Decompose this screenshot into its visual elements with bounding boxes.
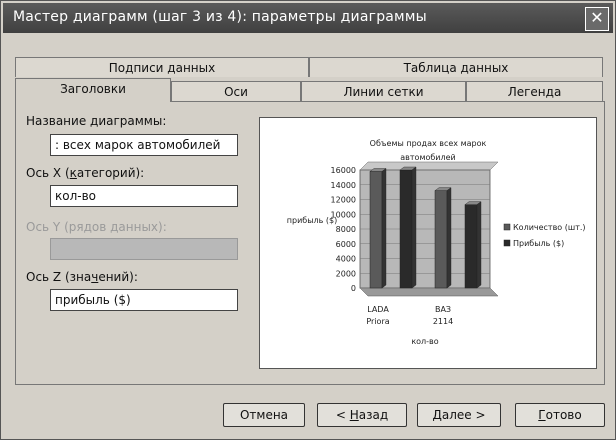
x-tick-label: LADA [367, 305, 389, 314]
y-tick-label: 16000 [331, 166, 356, 175]
chart-svg: Объемы продах всех марок автомобилей 0 2000… [287, 139, 586, 346]
legend-label: Количество (шт.) [513, 223, 586, 232]
tab-data-table-label: Таблица данных [403, 61, 509, 75]
title-bar: Мастер диаграмм (шаг 3 из 4): параметры … [3, 3, 613, 33]
y-tick-label: 0 [351, 284, 356, 293]
chart-title: Объемы продах всех марок [370, 139, 487, 148]
chart-preview: Объемы продах всех марок автомобилей 0 2000… [259, 117, 597, 369]
z-axis-field[interactable]: прибыль ($) [50, 289, 238, 311]
tab-data-labels[interactable]: Подписи данных [15, 57, 309, 77]
tab-data-table[interactable]: Таблица данных [309, 57, 603, 77]
y-tick-label: 6000 [336, 240, 356, 249]
legend-swatch [503, 223, 511, 231]
x-tick-label-line2: Priora [366, 317, 389, 326]
y-tick-label: 8000 [336, 225, 356, 234]
chart-title-field[interactable]: : всех марок автомобилей [50, 134, 238, 156]
x-axis-label: Ось X (категорий): [26, 166, 145, 180]
tab-gridlines-label: Линии сетки [343, 85, 424, 99]
bar-side [476, 201, 482, 289]
titles-panel: Название диаграммы: : всех марок автомоб… [15, 101, 605, 385]
tab-legend-label: Легенда [507, 85, 562, 99]
cancel-button[interactable]: Отмена [223, 403, 305, 427]
x-tick-label: ВАЗ [435, 305, 451, 314]
bar [399, 169, 413, 289]
bar [434, 190, 448, 289]
y-axis-label: Ось Y (рядов данных): [26, 220, 167, 234]
x-tick-label-line2: 2114 [433, 317, 453, 326]
y-tick-label: 14000 [331, 181, 356, 190]
chart-title-label: Название диаграммы: [26, 114, 167, 128]
bar [369, 171, 383, 289]
bar [464, 204, 478, 289]
bar-side [411, 166, 417, 289]
bar-side [381, 168, 387, 289]
y-axis-field [50, 238, 238, 260]
bar-side [446, 187, 452, 289]
tab-axes[interactable]: Оси [171, 81, 301, 101]
window-title: Мастер диаграмм (шаг 3 из 4): параметры … [13, 9, 427, 25]
chart-title-line2: автомобилей [400, 153, 455, 162]
legend-swatch [503, 239, 511, 247]
y-tick-label: 2000 [336, 269, 356, 278]
plot-floor [359, 287, 499, 297]
tab-legend[interactable]: Легенда [466, 81, 603, 101]
tab-gridlines[interactable]: Линии сетки [301, 81, 466, 101]
y-tick-label: 12000 [331, 196, 356, 205]
z-axis-label: Ось Z (значений): [26, 270, 138, 284]
legend-label: Прибыль ($) [513, 239, 564, 248]
finish-button[interactable]: Готово [515, 403, 605, 427]
tab-data-labels-label: Подписи данных [108, 61, 216, 75]
x-axis-field[interactable]: кол-во [50, 185, 238, 207]
tab-titles-label: Заголовки [60, 82, 126, 96]
tab-axes-label: Оси [224, 85, 248, 99]
y-tick-label: 4000 [336, 255, 356, 264]
close-button[interactable]: ✕ [585, 7, 609, 31]
back-button[interactable]: < Назад [317, 403, 407, 427]
next-button[interactable]: Далее > [417, 403, 501, 427]
x-axis-title: кол-во [411, 337, 438, 346]
y-axis-title: прибыль ($) [287, 216, 337, 225]
chart-wizard-dialog: Мастер диаграмм (шаг 3 из 4): параметры … [0, 0, 616, 440]
tab-titles[interactable]: Заголовки [15, 78, 171, 102]
